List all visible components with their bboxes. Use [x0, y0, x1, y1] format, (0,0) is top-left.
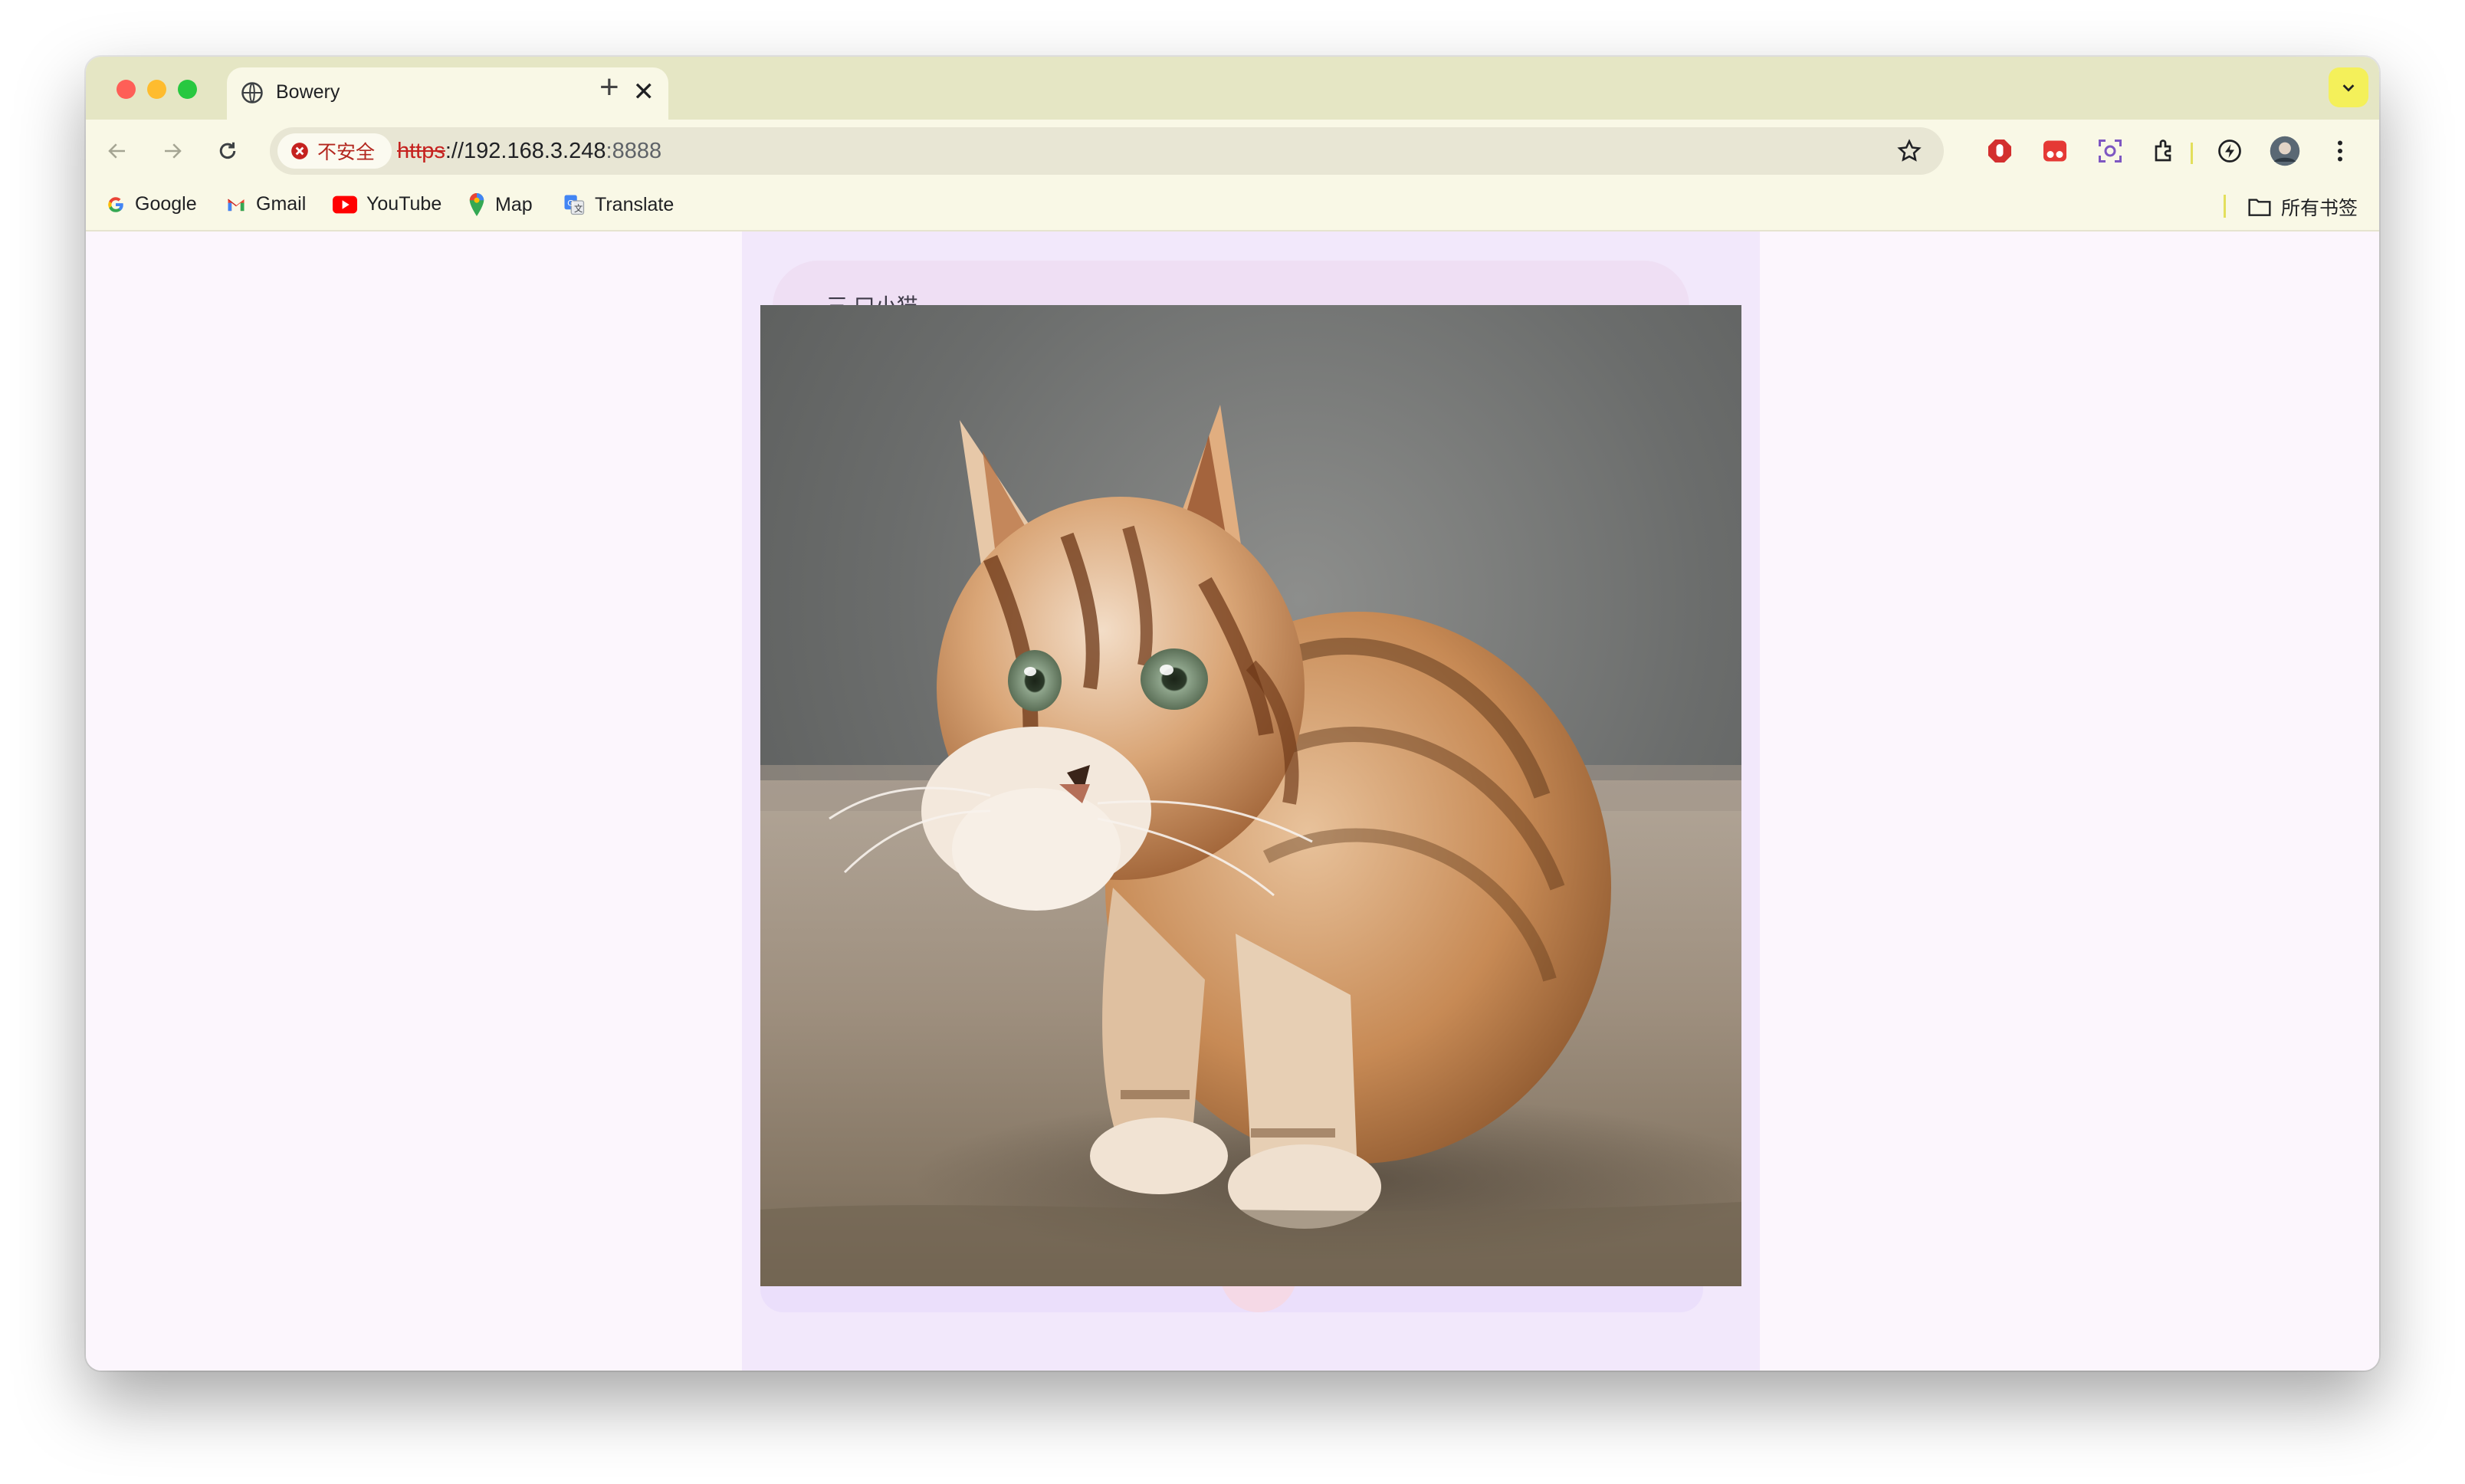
url-scheme: https: [397, 139, 445, 163]
back-button[interactable]: [101, 135, 133, 167]
translate-icon: G文: [564, 195, 585, 215]
arrow-left-icon: [108, 143, 125, 159]
google-icon: [108, 196, 123, 212]
security-chip[interactable]: 不安全: [277, 133, 392, 169]
address-bar[interactable]: 不安全 https://192.168.3.248:8888: [270, 127, 1944, 175]
arrow-right-icon: [165, 143, 182, 159]
bookmark-translate[interactable]: G文 Translate: [563, 193, 674, 216]
url-text[interactable]: https://192.168.3.248:8888: [397, 139, 661, 164]
bookmark-label: Map: [495, 193, 533, 215]
url-host: ://192.168.3.248: [445, 139, 606, 163]
folder-icon: [2248, 199, 2271, 216]
bookmark-map[interactable]: Map: [468, 193, 533, 216]
screen-record-extension-icon[interactable]: [2039, 135, 2071, 167]
profile-avatar[interactable]: [2269, 135, 2301, 167]
kitten-image: [760, 305, 1741, 1286]
tab-title: Bowery: [276, 81, 340, 103]
new-tab-button[interactable]: +: [599, 71, 619, 104]
bookmark-gmail[interactable]: Gmail: [225, 193, 306, 215]
tab-search-button[interactable]: [2329, 67, 2368, 107]
tab-strip: Bowery ✕ +: [86, 57, 2379, 120]
bookmark-youtube[interactable]: YouTube: [333, 193, 441, 215]
toolbar: 不安全 https://192.168.3.248:8888: [86, 120, 2379, 182]
bookmark-label: YouTube: [366, 193, 442, 215]
url-port: :8888: [606, 139, 662, 163]
youtube-icon: [333, 195, 357, 213]
more-menu-icon[interactable]: [2324, 135, 2356, 167]
svg-text:文: 文: [574, 203, 583, 214]
close-window-button[interactable]: [117, 80, 136, 99]
bookmark-label: Translate: [595, 193, 675, 215]
chevron-down-icon: [2342, 84, 2355, 92]
performance-icon[interactable]: [2214, 135, 2246, 167]
bookmark-label: Gmail: [256, 193, 307, 215]
bookmark-label: Google: [135, 193, 197, 215]
browser-window: Bowery ✕ + 不安全 https://192.168.3.248:888…: [86, 57, 2379, 1371]
reload-icon: [219, 142, 236, 159]
screenshot-extension-icon[interactable]: [2094, 135, 2126, 167]
gmail-icon: [228, 199, 245, 211]
forward-button[interactable]: [156, 135, 189, 167]
globe-icon: [241, 81, 264, 108]
page-content: 三 口小猫: [86, 231, 2379, 1371]
bookmark-star-icon[interactable]: [1896, 138, 1922, 168]
bookmark-google[interactable]: Google: [106, 193, 197, 215]
bookmarks-separator: [2224, 195, 2226, 218]
map-pin-icon: [469, 193, 484, 216]
security-label: 不安全: [317, 142, 376, 163]
svg-text:G: G: [567, 199, 574, 208]
all-bookmarks-button[interactable]: 所有书签: [2247, 193, 2358, 221]
extensions-puzzle-icon[interactable]: [2149, 135, 2181, 167]
reload-button[interactable]: [212, 135, 244, 167]
bookmarks-bar: Google Gmail YouTube Map G文 Translate 所有…: [86, 182, 2379, 231]
maximize-window-button[interactable]: [178, 80, 197, 99]
toolbar-separator: [2191, 143, 2193, 164]
minimize-window-button[interactable]: [147, 80, 166, 99]
tab-close-icon[interactable]: ✕: [633, 77, 655, 107]
all-bookmarks-label: 所有书签: [2280, 198, 2358, 219]
insecure-icon: [291, 143, 308, 159]
adblock-extension-icon[interactable]: [1984, 135, 2016, 167]
